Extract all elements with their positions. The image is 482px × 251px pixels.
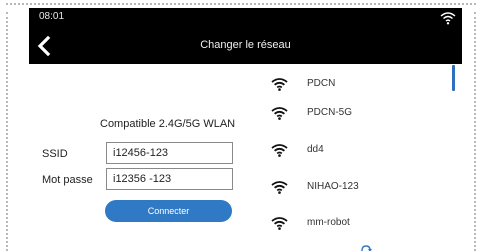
network-name: PDCN: [307, 78, 336, 89]
page-title: Changer le réseau: [200, 39, 291, 51]
network-name: PDCN-5G: [307, 107, 353, 118]
network-item-mm-robot[interactable]: mm-robot: [267, 212, 447, 236]
wifi-icon: [271, 144, 288, 157]
ssid-label: SSID: [42, 148, 68, 160]
status-time: 08:01: [39, 11, 65, 22]
network-list: PDCN PDCN-5G dd4 NIHAO-123 mm-robot: [267, 64, 447, 251]
status-bar: 08:01: [29, 8, 462, 28]
password-label: Mot passe: [42, 174, 93, 186]
ssid-field[interactable]: [106, 142, 233, 164]
wifi-signal-icon: [440, 12, 456, 25]
network-name: NIHAO-123: [307, 181, 359, 192]
scrollbar[interactable]: [452, 65, 455, 91]
app-bar: Changer le réseau: [29, 28, 462, 64]
password-field[interactable]: [106, 168, 233, 190]
frame-dots-top: [6, 3, 476, 5]
wifi-icon: [271, 78, 288, 91]
network-item-nihao-123[interactable]: NIHAO-123: [267, 176, 447, 200]
wifi-icon: [271, 217, 288, 230]
network-item-pdcn-5g[interactable]: PDCN-5G: [267, 102, 447, 126]
refresh-spinner-icon: [361, 245, 372, 251]
compatibility-text: Compatible 2.4G/5G WLAN: [100, 118, 236, 130]
frame-dots-left: [6, 12, 8, 251]
device-screen: 08:01 Changer le réseau Compatible 2.4G/…: [29, 8, 462, 251]
content-area: Compatible 2.4G/5G WLAN SSID Mot passe C…: [29, 64, 462, 251]
network-item-dd4[interactable]: dd4: [267, 139, 447, 163]
network-item-pdcn[interactable]: PDCN: [267, 73, 447, 97]
network-name: mm-robot: [307, 217, 350, 228]
frame-dots-right: [474, 12, 476, 251]
network-name: dd4: [307, 144, 324, 155]
connect-button[interactable]: Connecter: [105, 200, 232, 222]
wifi-icon: [271, 181, 288, 194]
wifi-icon: [271, 107, 288, 120]
